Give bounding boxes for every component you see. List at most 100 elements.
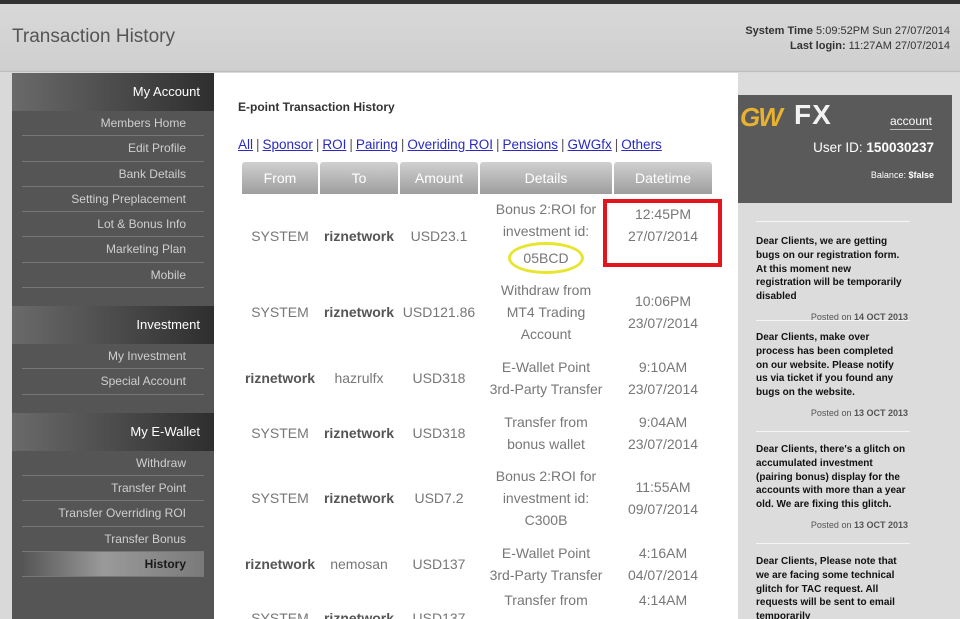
details-line: Transfer from [504, 414, 588, 430]
sidebar-item-marketing-plan[interactable]: Marketing Plan [22, 237, 204, 263]
date-text: 27/07/2014 [627, 227, 699, 244]
sidebar-section-my-e-wallet: My E-Wallet [12, 412, 214, 451]
filter-roi-link[interactable]: ROI [322, 137, 346, 152]
sidebar-item-members-home[interactable]: Members Home [22, 111, 204, 137]
details-line: bonus wallet [507, 436, 585, 452]
user-id: User ID: 150030237 [813, 140, 934, 155]
sidebar-item-transfer-overriding-roi[interactable]: Transfer Overriding ROI [22, 501, 204, 527]
news-posted: Posted on 13 OCT 2013 [810, 407, 908, 418]
sidebar-item-mobile[interactable]: Mobile [22, 263, 204, 289]
cell-datetime: 4:16AM 04/07/2014 [614, 539, 712, 589]
sidebar-item-transfer-point[interactable]: Transfer Point [22, 476, 204, 502]
cell-details: E-Wallet Point 3rd-Party Transfer [480, 347, 612, 409]
cell-details: Transfer from bonus wallet [480, 409, 612, 457]
sidebar-item-edit-profile[interactable]: Edit Profile [22, 136, 204, 162]
details-line: Withdraw from [500, 282, 592, 298]
cell-details: Bonus 2:ROI for investment id: C300B [480, 457, 612, 539]
last-login-label: Last login: [790, 40, 846, 52]
cell-to: riznetwork [323, 304, 394, 320]
news-posted: Posted on 13 OCT 2013 [810, 519, 908, 530]
details-line: MT4 Trading [506, 304, 586, 320]
user-id-value: 150030237 [866, 140, 934, 155]
system-time-label: System Time [745, 25, 813, 37]
cell-from: riznetwork [244, 556, 315, 572]
news-message: Dear Clients, make over process has been… [756, 332, 894, 399]
cell-amount: USD137 [412, 610, 466, 619]
page-header: Transaction History System Time 5:09:52P… [0, 4, 960, 72]
details-line: Transfer from [504, 592, 588, 608]
details-line: Bonus 2:ROI for [495, 468, 597, 484]
cell-from: SYSTEM [251, 425, 309, 441]
section-title: E-point Transaction History [238, 100, 395, 114]
sidebar-item-bank-details[interactable]: Bank Details [22, 162, 204, 187]
cell-amount: USD121.86 [402, 304, 476, 320]
cell-to: riznetwork [323, 425, 394, 441]
details-line: E-Wallet Point [501, 545, 591, 561]
filter-pensions-link[interactable]: Pensions [502, 137, 558, 152]
highlighted-investment-id: 05BCD [508, 241, 584, 274]
filter-overiding-roi-link[interactable]: Overiding ROI [407, 137, 493, 152]
time-text: 9:10AM [638, 359, 688, 375]
news-item: Dear Clients, we are getting bugs on our… [756, 235, 908, 322]
main-content: E-point Transaction History All | Sponsor |… [214, 73, 738, 619]
news-message: Dear Clients, we are getting bugs on our… [756, 236, 902, 303]
filter-gwgfx-link[interactable]: GWGfx [568, 137, 612, 152]
sidebar-item-lot-bonus-info[interactable]: Lot & Bonus Info [22, 212, 204, 238]
news-item: Dear Clients, there's a glitch on accumu… [756, 443, 908, 530]
cell-to: hazrulfx [334, 370, 384, 386]
news-item: Dear Clients, Please note that we are fa… [756, 555, 908, 619]
sidebar-item-withdraw[interactable]: Withdraw [22, 451, 204, 476]
news-item: Dear Clients, make over process has been… [756, 331, 908, 418]
column-header-datetime: Datetime [614, 162, 712, 194]
details-line: investment id: [502, 222, 590, 239]
sidebar-item-my-investment[interactable]: My Investment [22, 344, 204, 370]
cell-amount: USD318 [412, 370, 466, 386]
sidebar-section-my-account: My Account [12, 73, 214, 111]
cell-to: riznetwork [323, 610, 394, 619]
sidebar-item-history[interactable]: History [22, 551, 204, 578]
page-title: Transaction History [12, 26, 175, 47]
details-line: 3rd-Party Transfer [489, 567, 603, 583]
date-text: 23/07/2014 [627, 381, 699, 397]
details-line: Bonus 2:ROI for [495, 200, 597, 217]
cell-to: riznetwork [323, 490, 394, 506]
balance-label: Balance: [870, 170, 906, 180]
balance-value: $false [908, 170, 934, 180]
news-message: Dear Clients, there's a glitch on accumu… [756, 444, 906, 511]
user-id-label: User ID: [813, 140, 863, 155]
filter-all-link[interactable]: All [238, 137, 253, 152]
transaction-table: From To Amount Details Datetime SYSTEM r… [240, 162, 714, 619]
details-line: investment id: [502, 490, 590, 506]
table-row: riznetwork nemosan USD137 E-Wallet Point… [242, 539, 712, 589]
filter-sponsor-link[interactable]: Sponsor [263, 137, 313, 152]
cell-amount: USD137 [412, 556, 466, 572]
date-text: 23/07/2014 [627, 436, 699, 452]
news-message: Dear Clients, Please note that we are fa… [756, 556, 897, 619]
filter-pairing-link[interactable]: Pairing [356, 137, 398, 152]
date-text: 04/07/2014 [627, 567, 699, 583]
time-text: 10:06PM [634, 293, 692, 309]
sidebar-section-investment: Investment [12, 306, 214, 345]
cell-details: Transfer from [480, 589, 612, 619]
cell-datetime: 4:14AM [614, 589, 712, 619]
cell-from: SYSTEM [251, 490, 309, 506]
cell-datetime: 11:55AM 09/07/2014 [614, 457, 712, 539]
filter-others-link[interactable]: Others [621, 137, 662, 152]
table-row: SYSTEM riznetwork USD23.1 Bonus 2:ROI fo… [242, 194, 712, 277]
cell-amount: USD23.1 [410, 227, 468, 244]
table-row: SYSTEM riznetwork USD318 Transfer from b… [242, 409, 712, 457]
details-line: E-Wallet Point [501, 359, 591, 375]
system-info: System Time 5:09:52PM Sun 27/07/2014 Las… [745, 24, 950, 54]
cell-datetime: 9:10AM 23/07/2014 [614, 347, 712, 409]
last-login-value: 11:27AM 27/07/2014 [848, 40, 950, 52]
gwgfx-logo: GW FX [740, 99, 850, 132]
cell-details: Bonus 2:ROI for investment id: 05BCD [480, 194, 612, 277]
sidebar-item-transfer-bonus[interactable]: Transfer Bonus [22, 527, 204, 552]
right-panel: GW FX account User ID: 150030237 Balance… [738, 73, 960, 619]
sidebar-item-setting-preplacement[interactable]: Setting Preplacement [22, 187, 204, 213]
sidebar-item-special-account[interactable]: Special Account [22, 369, 204, 395]
column-header-details: Details [480, 162, 612, 194]
details-line: Account [520, 326, 572, 342]
cell-datetime: 9:04AM 23/07/2014 [614, 409, 712, 457]
cell-from: SYSTEM [251, 610, 309, 619]
